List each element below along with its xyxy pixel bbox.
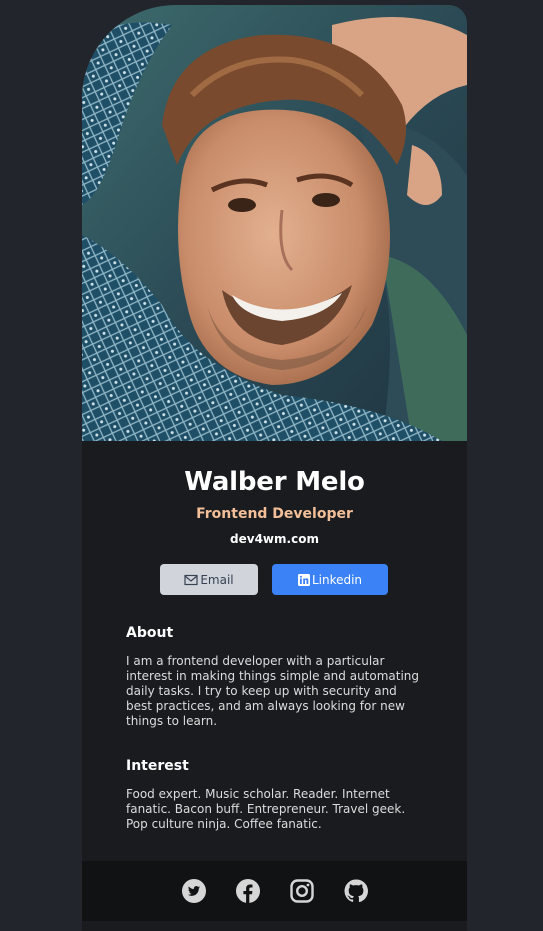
profile-website[interactable]: dev4wm.com (82, 532, 467, 546)
email-button-label: Email (200, 572, 234, 587)
facebook-icon[interactable] (235, 879, 260, 903)
interest-text: Food expert. Music scholar. Reader. Inte… (126, 787, 406, 831)
linkedin-button[interactable]: Linkedin (272, 564, 388, 595)
interest-title: Interest (126, 758, 189, 774)
social-footer (82, 861, 467, 921)
linkedin-button-label: Linkedin (311, 572, 363, 587)
email-button[interactable]: Email (160, 564, 258, 595)
twitter-icon[interactable] (181, 879, 206, 903)
profile-role: Frontend Developer (196, 506, 353, 522)
github-icon[interactable] (343, 879, 368, 903)
profile-photo (82, 5, 467, 441)
about-title: About (126, 625, 174, 641)
profile-name: Walber Melo (184, 467, 365, 497)
instagram-icon[interactable] (289, 879, 314, 903)
profile-card: Walber Melo Frontend Developer dev4wm.co… (82, 5, 467, 931)
about-text: I am a frontend developer with a particu… (126, 654, 420, 728)
mail-icon (184, 574, 198, 585)
linkedin-icon (297, 573, 310, 586)
